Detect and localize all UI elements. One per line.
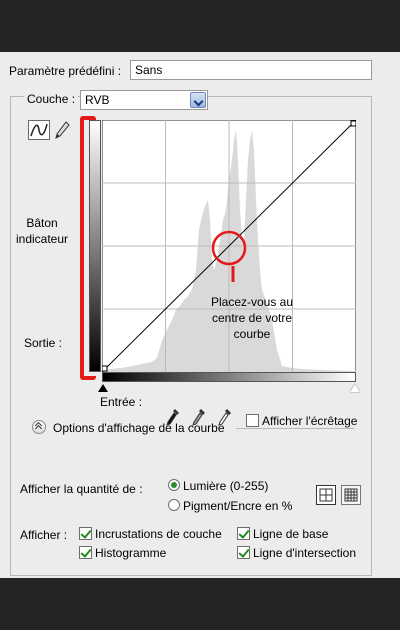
intersection-checkbox[interactable] [237, 546, 250, 559]
baseline-checkbox[interactable] [237, 527, 250, 540]
pencil-tool-button[interactable] [54, 120, 70, 140]
pigment-radio[interactable] [168, 499, 180, 511]
curve-tool-button[interactable] [28, 120, 50, 140]
histogram-label: Histogramme [95, 546, 167, 560]
channel-select[interactable]: RVB [80, 90, 208, 110]
preset-select[interactable]: Sans [130, 60, 372, 80]
input-label: Entrée : [100, 395, 143, 409]
chevron-down-icon[interactable] [190, 92, 206, 108]
histogram-checkbox[interactable] [79, 546, 92, 559]
white-point-slider[interactable] [350, 384, 360, 392]
grid-4x4-icon [319, 488, 333, 502]
baseline-label: Ligne de base [253, 527, 329, 541]
show-label: Afficher : [20, 528, 68, 542]
curves-dialog-panel: Paramètre prédéfini : Sans Couche : RVB … [0, 52, 400, 578]
output-label: Sortie : [24, 336, 63, 350]
curves-graph[interactable]: Placez-vous au centre de votre courbe [102, 120, 356, 372]
callout-line-1: Placez-vous au [211, 295, 293, 309]
section-divider [236, 428, 354, 429]
channel-label: Couche : [24, 92, 79, 106]
clipping-label: Afficher l'écrêtage [262, 414, 358, 428]
callout-line-3: courbe [234, 327, 271, 341]
pencil-tool-icon [55, 121, 70, 139]
curve-tool-icon [30, 123, 48, 137]
grid-4x4-button[interactable] [316, 485, 336, 505]
light-radio[interactable] [168, 479, 180, 491]
preset-label: Paramètre prédéfini : [9, 64, 122, 78]
pigment-radio-label: Pigment/Encre en % [183, 499, 293, 513]
display-options-title: Options d'affichage de la courbe [53, 421, 225, 435]
clipping-checkbox[interactable] [246, 414, 259, 427]
amount-label: Afficher la quantité de : [20, 482, 143, 496]
grid-10x10-icon [344, 488, 358, 502]
collapse-chevron-icon[interactable] [32, 420, 46, 434]
callout-line-2: centre de votre [212, 311, 292, 325]
channel-value: RVB [85, 93, 110, 107]
output-gradient-bar [89, 120, 101, 372]
overlays-label: Incrustations de couche [95, 527, 222, 541]
grid-10x10-button[interactable] [341, 485, 361, 505]
baton-annotation: Bâton indicateur [15, 216, 69, 246]
light-radio-label: Lumière (0-255) [183, 479, 269, 493]
input-gradient-bar [102, 372, 356, 382]
curve-point-black[interactable] [102, 365, 108, 372]
black-point-slider[interactable] [98, 384, 108, 392]
overlays-checkbox[interactable] [79, 527, 92, 540]
intersection-label: Ligne d'intersection [253, 546, 357, 560]
curve-point-white[interactable] [350, 120, 356, 127]
